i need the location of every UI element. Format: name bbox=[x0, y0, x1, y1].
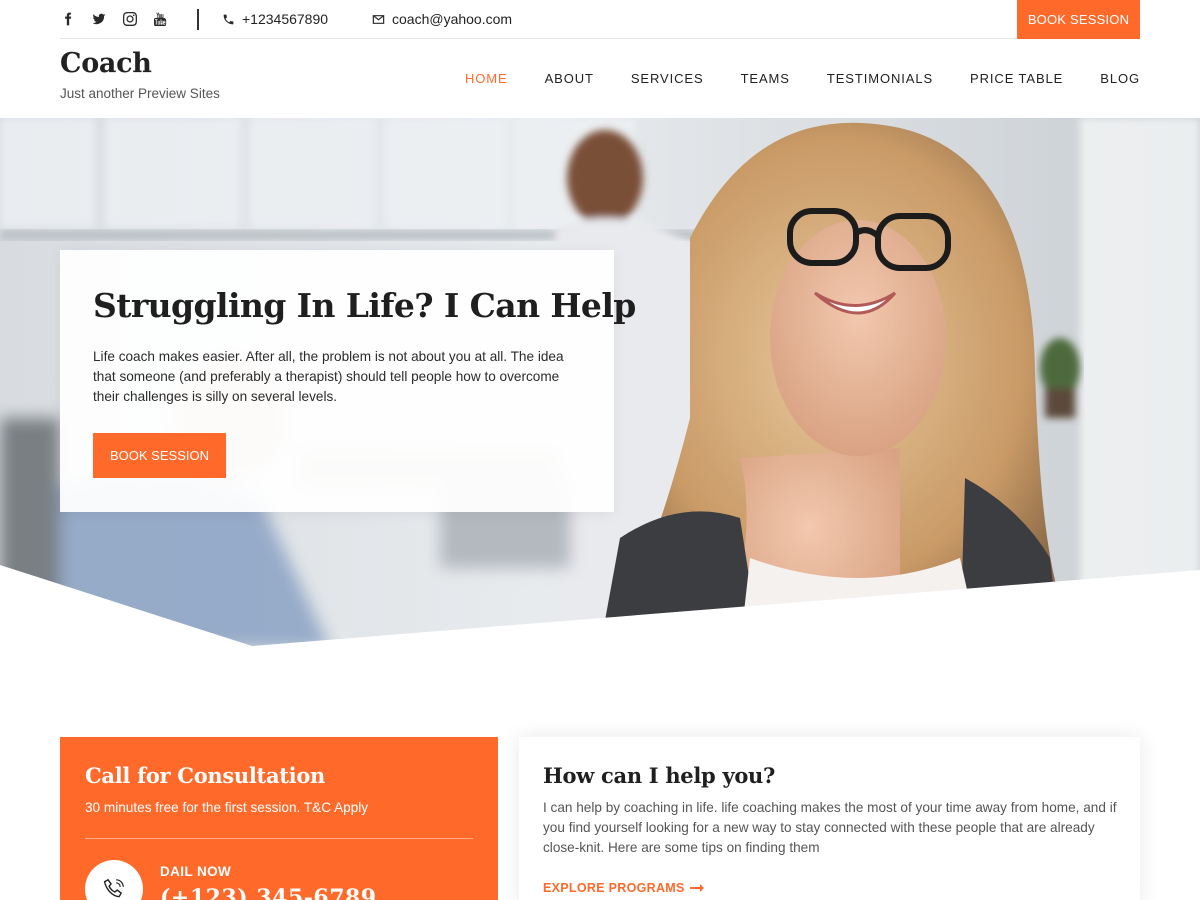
consultation-card: Call for Consultation 30 minutes free fo… bbox=[60, 737, 498, 900]
top-email-text: coach@yahoo.com bbox=[392, 11, 513, 27]
main-nav: HOME ABOUT SERVICES TEAMS TESTIMONIALS P… bbox=[428, 39, 1140, 118]
nav-item-about[interactable]: ABOUT bbox=[545, 71, 594, 86]
hero-text: Life coach makes easier. After all, the … bbox=[93, 349, 564, 404]
top-email[interactable]: coach@yahoo.com bbox=[372, 0, 512, 38]
instagram-icon[interactable] bbox=[122, 11, 138, 27]
top-divider bbox=[197, 9, 199, 30]
arrow-right-icon bbox=[689, 884, 704, 892]
nav-item-services[interactable]: SERVICES bbox=[631, 71, 704, 86]
hero-card: Struggling In Life? I Can Help Life coac… bbox=[60, 250, 636, 512]
facebook-icon[interactable] bbox=[60, 11, 76, 27]
envelope-icon bbox=[372, 14, 385, 24]
nav-item-price-table[interactable]: PRICE TABLE bbox=[970, 71, 1063, 86]
consultation-subtitle: 30 minutes free for the first session. T… bbox=[85, 800, 369, 815]
social-links bbox=[60, 0, 184, 38]
site-tagline: Just another Preview Sites bbox=[60, 86, 220, 101]
explore-programs-link[interactable]: EXPLORE PROGRAMS bbox=[543, 881, 704, 895]
twitter-icon[interactable] bbox=[91, 11, 107, 27]
nav-item-home[interactable]: HOME bbox=[465, 71, 508, 86]
phone-call-icon-button[interactable] bbox=[85, 860, 143, 900]
site-title[interactable]: Coach bbox=[60, 48, 152, 79]
explore-programs-label: EXPLORE PROGRAMS bbox=[543, 881, 685, 895]
hero-title: Struggling In Life? I Can Help bbox=[93, 286, 636, 325]
hero-section: Struggling In Life? I Can Help Life coac… bbox=[0, 118, 1200, 648]
consultation-divider bbox=[85, 838, 473, 839]
top-bar: +1234567890 coach@yahoo.com BOOK SESSION bbox=[60, 0, 1140, 39]
top-phone-text: +1234567890 bbox=[242, 11, 329, 27]
help-title: How can I help you? bbox=[543, 763, 776, 788]
nav-item-testimonials[interactable]: TESTIMONIALS bbox=[827, 71, 933, 86]
top-phone[interactable]: +1234567890 bbox=[222, 0, 328, 38]
top-book-session-button[interactable]: BOOK SESSION bbox=[1017, 0, 1140, 39]
phone-icon bbox=[103, 878, 124, 898]
consultation-title: Call for Consultation bbox=[85, 763, 326, 788]
phone-icon bbox=[223, 14, 234, 24]
youtube-icon[interactable] bbox=[153, 11, 169, 27]
dial-now-label: DAIL NOW bbox=[160, 864, 232, 879]
nav-item-blog[interactable]: BLOG bbox=[1100, 71, 1140, 86]
dial-number[interactable]: (+123) 345-6789 bbox=[160, 885, 377, 900]
help-card: How can I help you? I can help by coachi… bbox=[519, 737, 1140, 900]
nav-item-teams[interactable]: TEAMS bbox=[741, 71, 790, 86]
site-header: Coach Just another Preview Sites HOME AB… bbox=[0, 39, 1200, 118]
hero-book-session-button[interactable]: BOOK SESSION bbox=[93, 433, 226, 478]
help-text: I can help by coaching in life. life coa… bbox=[543, 800, 1117, 855]
